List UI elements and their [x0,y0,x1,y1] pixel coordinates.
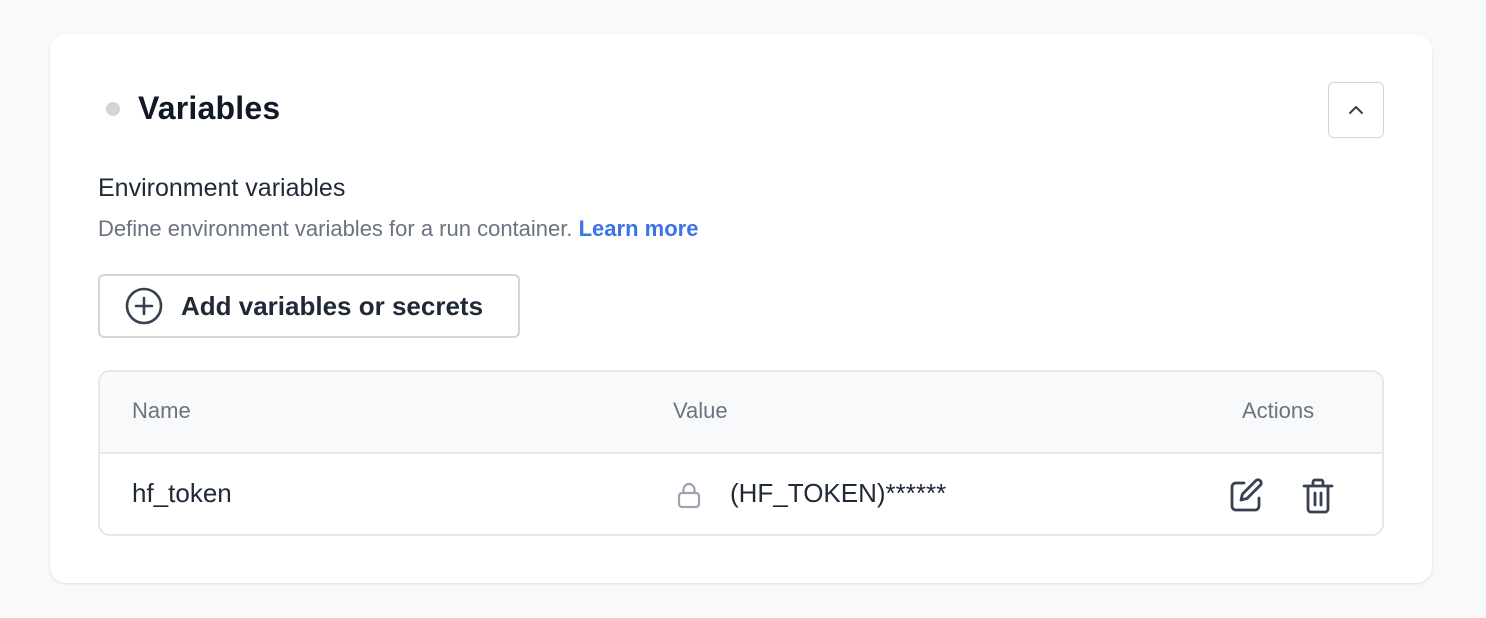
env-vars-title: Environment variables [98,174,346,202]
add-variables-button[interactable]: Add variables or secrets [98,274,520,338]
lock-icon [677,482,701,509]
column-header-value: Value [673,398,728,423]
section-header: Variables [106,90,280,127]
delete-button[interactable] [1296,474,1340,518]
variables-card: Variables Environment variables Define e… [50,34,1432,583]
column-header-name: Name [132,398,191,423]
trash-icon [1302,478,1334,514]
add-variables-label: Add variables or secrets [181,290,484,321]
variable-value: (HF_TOKEN)****** [730,478,947,508]
plus-circle-icon [125,287,163,325]
chevron-up-icon [1349,106,1363,114]
edit-icon [1230,478,1263,512]
variables-table: Name Value Actions hf_token (HF_TOKEN)**… [98,370,1384,536]
status-dot [106,101,120,116]
variable-name: hf_token [132,478,232,508]
section-title: Variables [138,90,281,126]
collapse-button[interactable] [1328,82,1384,138]
env-vars-description-text: Define environment variables for a run c… [98,216,579,241]
edit-button[interactable] [1224,474,1268,518]
learn-more-link[interactable]: Learn more [579,216,699,241]
env-vars-description: Define environment variables for a run c… [98,216,698,242]
table-row: hf_token (HF_TOKEN)****** [100,454,1382,534]
table-header: Name Value Actions [100,372,1382,454]
column-header-actions: Actions [1242,398,1315,423]
